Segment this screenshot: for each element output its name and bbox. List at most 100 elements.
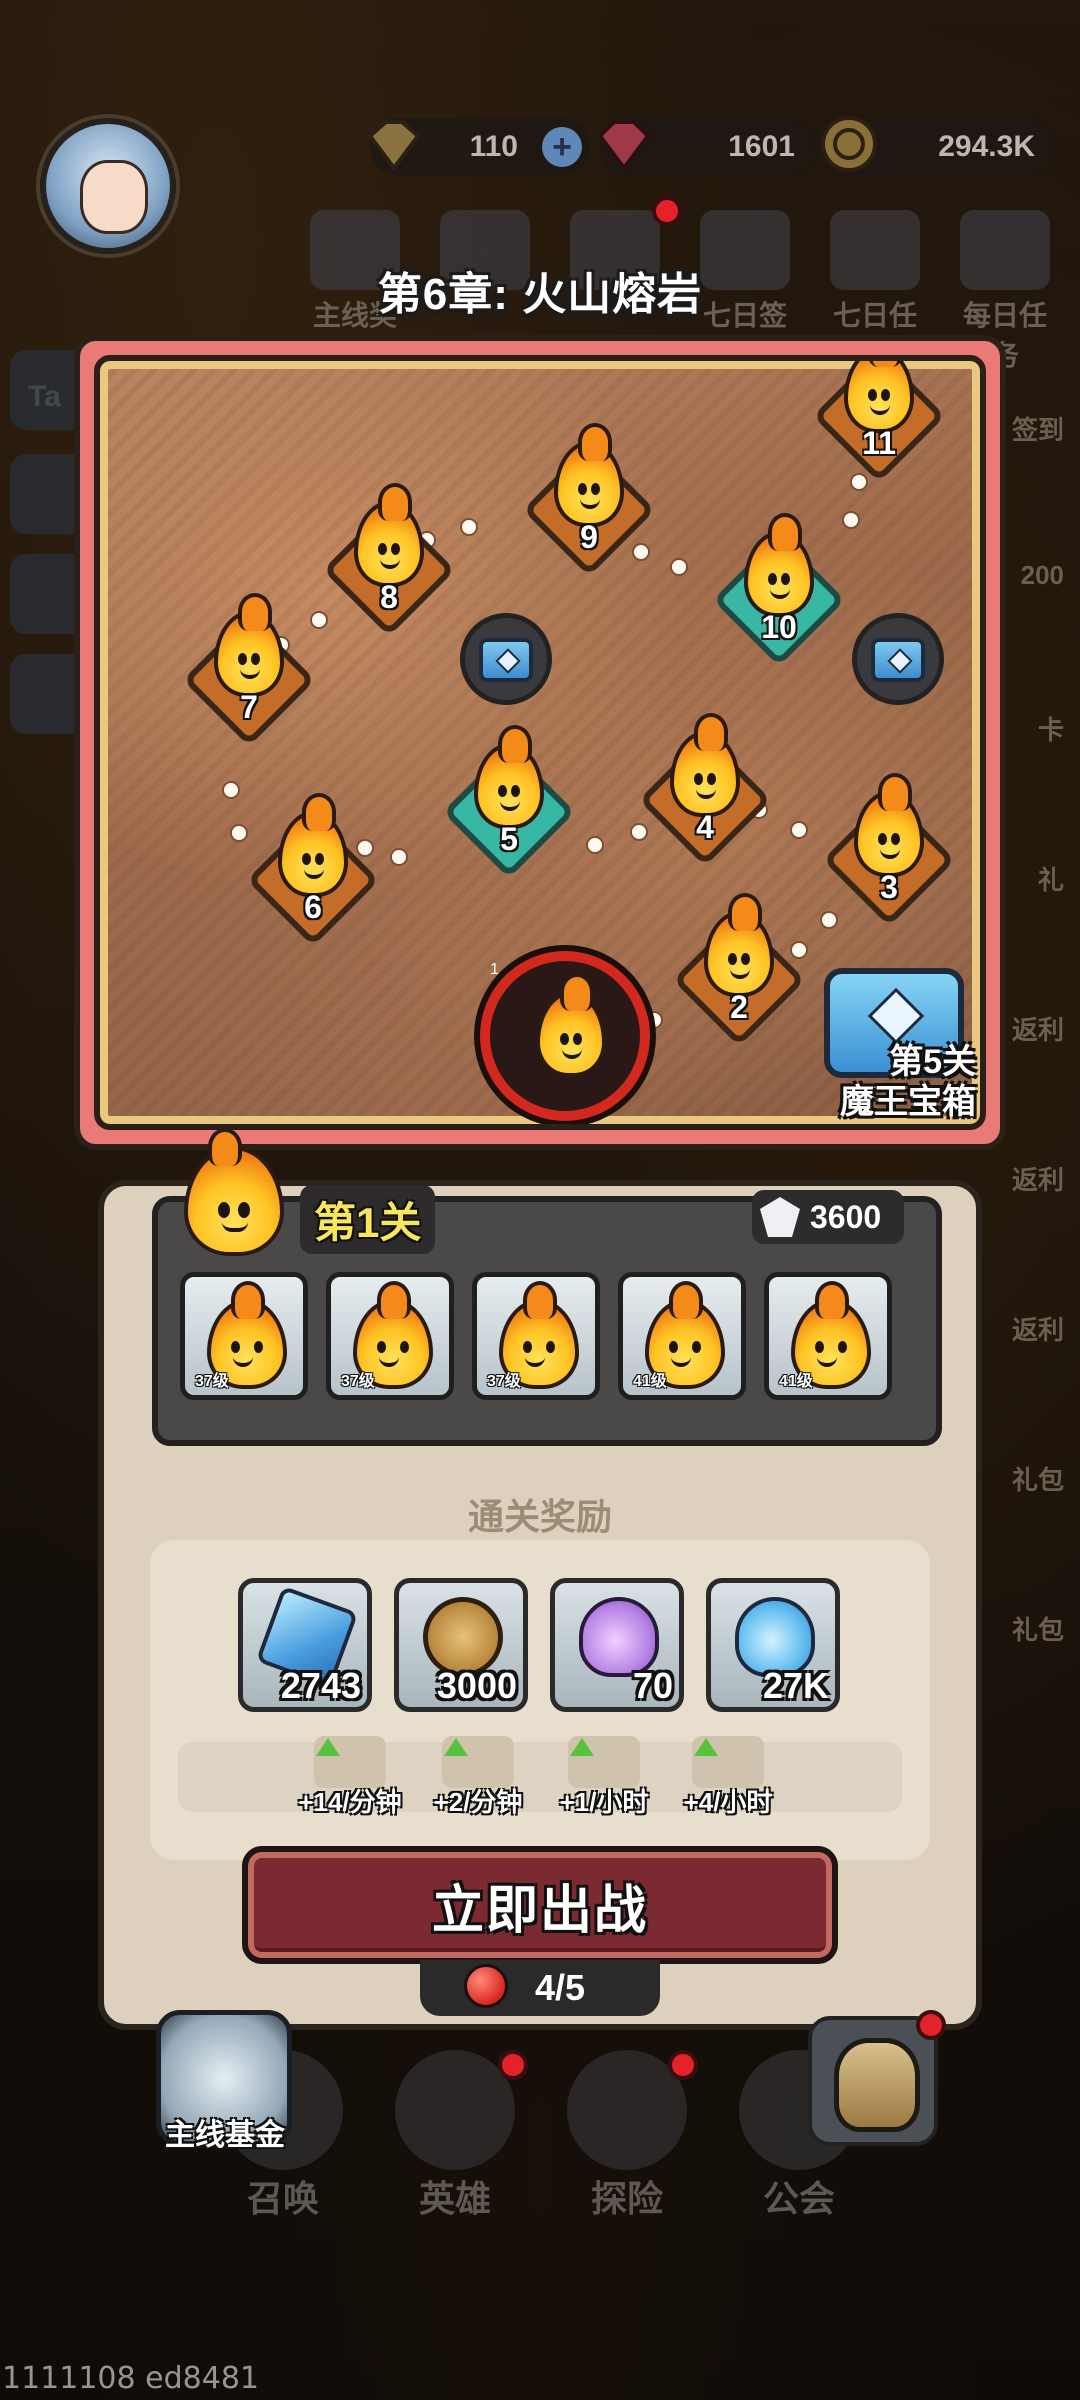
stage-name: 第1关 [300,1185,436,1254]
rate-crystal: +14/分钟 [282,1736,418,1819]
reward-item-crystal[interactable]: 2743 [238,1578,372,1712]
footer-watermark: 1111108 ed8481 [2,2361,259,2396]
flame-icon [354,483,424,587]
reward-item-blue-potion[interactable]: 27K [706,1578,840,1712]
path-dot [586,836,604,854]
chapter-map-frame: 2 3 4 5 6 7 8 9 10 11 1 第5关 魔王宝箱 [74,335,1006,1150]
stage-flame-icon [178,1126,290,1256]
helmet-button[interactable] [808,2010,946,2146]
stage-node-1-current[interactable]: 1 [480,951,650,1121]
enemy-slot[interactable]: 41级 [618,1272,746,1400]
player-avatar[interactable] [40,118,176,254]
path-dot [790,821,808,839]
flame-icon [744,513,814,617]
side-item-200[interactable]: 200 [995,480,1080,630]
chest-icon [479,638,533,682]
stage-node-5[interactable]: 5 [442,725,576,879]
stage-node-9[interactable]: 9 [522,423,656,577]
side-item-rebate[interactable]: 返利 [995,930,1080,1080]
mainline-fund-label: 主线基金 [165,2119,285,2152]
rate-coin: +2/分钟 [410,1736,546,1819]
path-dot [390,848,408,866]
map-chest[interactable] [460,613,552,705]
battle-now-button[interactable]: 立即出战 [242,1846,838,1964]
flame-icon [536,973,606,1077]
notification-dot [916,2010,946,2040]
enemy-slot[interactable]: 37级 [326,1272,454,1400]
stage-node-4[interactable]: 4 [638,713,772,867]
chapter-title: 第6章: 火山熔岩 [377,270,703,319]
enemy-level: 37级 [195,1373,229,1390]
stage-node-3[interactable]: 3 [822,773,956,927]
right-side-menu: 签到 200 卡 礼 返利 返利 返利 礼包 礼包 [995,330,1080,2130]
rate-blue-potion: +4/小时 [660,1736,796,1819]
map-chest[interactable] [852,613,944,705]
resource-gem-value: 1601 [728,130,795,163]
stage-node-11[interactable]: 11 [812,361,946,483]
rate-up-arrow-icon [314,1736,386,1788]
stage-power-value: 3600 [810,1198,882,1235]
path-dot [850,473,868,491]
reward-amount: 27K [762,1665,829,1706]
stamina-value: 4/5 [534,1967,586,2008]
enemy-slot[interactable]: 37级 [180,1272,308,1400]
notification-dot [498,2050,528,2080]
stage-node-7[interactable]: 7 [182,593,316,747]
flame-icon [704,893,774,997]
enemy-level: 37级 [487,1373,521,1390]
path-dot [820,911,838,929]
reward-item-coin[interactable]: 3000 [394,1578,528,1712]
side-item-rebate[interactable]: 返利 [995,1080,1080,1230]
stage-node-8[interactable]: 8 [322,483,456,637]
chapter-map: 2 3 4 5 6 7 8 9 10 11 1 第5关 魔王宝箱 [94,355,986,1130]
helmet-icon [834,2038,920,2132]
boss-chest-label: 第5关 魔王宝箱 [840,1043,976,1121]
side-item-gift[interactable]: 礼 [995,780,1080,930]
enemy-level: 41级 [779,1373,813,1390]
rate-up-arrow-icon [692,1736,764,1788]
enemy-level: 37级 [341,1373,375,1390]
enemy-slot[interactable]: 37级 [472,1272,600,1400]
reward-amount: 2743 [280,1665,361,1706]
rate-purple-potion: +1/小时 [536,1736,672,1819]
reward-item-purple-potion[interactable]: 70 [550,1578,684,1712]
notification-dot [668,2050,698,2080]
enemy-slot[interactable]: 41级 [764,1272,892,1400]
path-dot [460,518,478,536]
side-item-gift-pack[interactable]: 礼包 [995,1530,1080,1680]
side-item-rebate[interactable]: 返利 [995,1230,1080,1380]
stamina-counter: 4/5 [420,1960,660,2016]
flame-icon [670,713,740,817]
reward-amount: 3000 [436,1665,517,1706]
resource-gem[interactable]: 1601 [597,118,815,176]
side-item-signin[interactable]: 签到 [995,330,1080,480]
resource-coin[interactable]: 294.3K [821,116,1055,176]
stage-node-10[interactable]: 10 [712,513,846,667]
red-gem-icon [597,120,651,172]
path-dot [310,611,328,629]
add-gold-button[interactable]: + [542,127,582,167]
gold-ingot-icon [367,120,421,172]
coin-icon [821,116,877,172]
resource-coin-value: 294.3K [938,130,1035,163]
path-dot [842,511,860,529]
path-dot [230,824,248,842]
stage-node-6[interactable]: 6 [246,793,380,947]
chest-icon [871,638,925,682]
reward-amount: 70 [632,1665,673,1706]
enemy-level: 41级 [633,1373,667,1390]
stage-power: 3600 [752,1190,904,1244]
stage-node-2[interactable]: 2 [672,893,806,1047]
rate-up-arrow-icon [442,1736,514,1788]
side-item-card[interactable]: 卡 [995,630,1080,780]
resource-gold[interactable]: 110 + [367,118,590,176]
flame-icon [474,725,544,829]
flame-icon [854,773,924,877]
flame-icon [278,793,348,897]
path-dot [222,781,240,799]
flame-icon [554,423,624,527]
rate-up-arrow-icon [568,1736,640,1788]
path-dot [670,558,688,576]
flame-icon [214,593,284,697]
boss-chest[interactable]: 第5关 魔王宝箱 [814,958,980,1124]
